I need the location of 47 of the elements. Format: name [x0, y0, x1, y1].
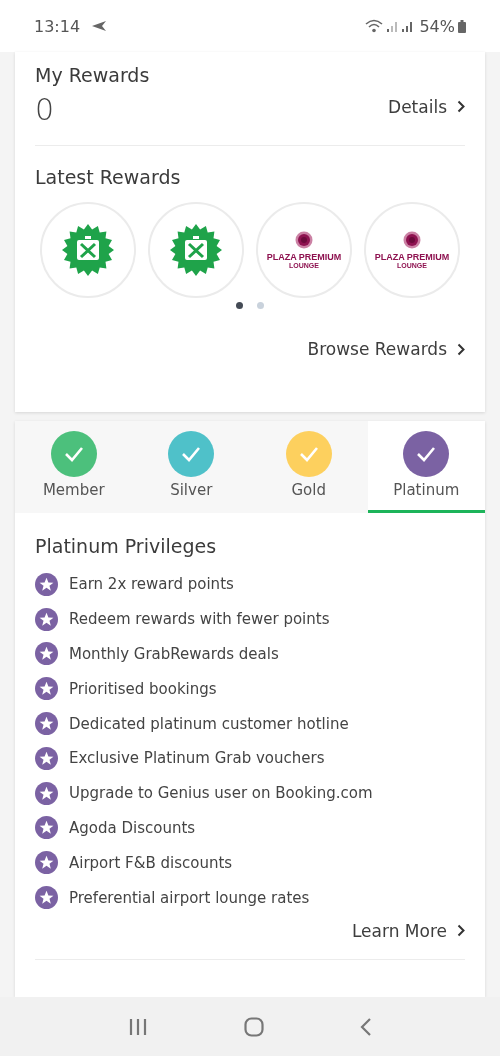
chevron-icon	[457, 924, 465, 938]
privilege-text: Agoda Discounts	[69, 818, 196, 837]
check-icon	[50, 431, 97, 477]
chevron-icon	[457, 342, 465, 356]
battery-icon	[458, 19, 466, 33]
send-icon	[91, 20, 108, 32]
points-value: 0	[35, 92, 55, 127]
check-icon	[285, 431, 332, 477]
wifi-icon	[365, 19, 384, 33]
tier-tab[interactable]: Silver	[132, 421, 250, 513]
tier-tab[interactable]: Member	[15, 421, 133, 513]
page-dot[interactable]	[236, 302, 243, 309]
brand-name: PLAZA PREMIUM	[266, 252, 342, 262]
section-title: My Rewards	[35, 64, 151, 86]
privilege-text: Monthly GrabRewards deals	[69, 645, 279, 663]
tier-tab[interactable]: Gold	[250, 421, 368, 513]
chevron-icon	[457, 100, 465, 113]
privilege-text: Prioritised bookings	[69, 679, 217, 698]
section-title: Platinum Privileges	[35, 535, 218, 557]
page-dot[interactable]	[257, 302, 264, 309]
clock: 13:14	[34, 16, 81, 36]
privilege-text: Preferential airport lounge rates	[69, 888, 310, 907]
check-icon	[168, 431, 215, 477]
signal-icon	[386, 20, 399, 32]
privilege-text: Upgrade to Genius user on Booking.com	[69, 784, 373, 803]
privilege-text: Dedicated platinum customer hotline	[69, 714, 349, 733]
signal-icon	[401, 20, 414, 32]
learn-more-link[interactable]: Learn More	[351, 920, 465, 941]
flower-logo-icon	[295, 231, 313, 249]
check-icon	[403, 431, 450, 477]
back-icon[interactable]	[360, 1016, 372, 1037]
food-badge-icon	[170, 224, 222, 276]
details-link[interactable]: Details	[388, 96, 465, 117]
section-title: Latest Rewards	[35, 166, 182, 188]
privilege-text: Airport F&B discounts	[69, 853, 233, 872]
recent-apps-icon[interactable]	[128, 1017, 148, 1036]
flower-logo-icon	[403, 231, 421, 249]
brand-name: PLAZA PREMIUM	[374, 252, 450, 262]
food-badge-icon	[62, 224, 114, 276]
home-icon[interactable]	[244, 1016, 264, 1037]
reward-item[interactable]	[40, 202, 136, 298]
privilege-text: Exclusive Platinum Grab vouchers	[69, 749, 325, 768]
privilege-text: Earn 2x reward points	[69, 575, 234, 594]
battery-level: 54%	[419, 16, 455, 36]
browse-rewards-link[interactable]: Browse Rewards	[307, 339, 465, 359]
privilege-text: Redeem rewards with fewer points	[69, 610, 330, 629]
tier-tab[interactable]: Platinum	[367, 421, 485, 513]
